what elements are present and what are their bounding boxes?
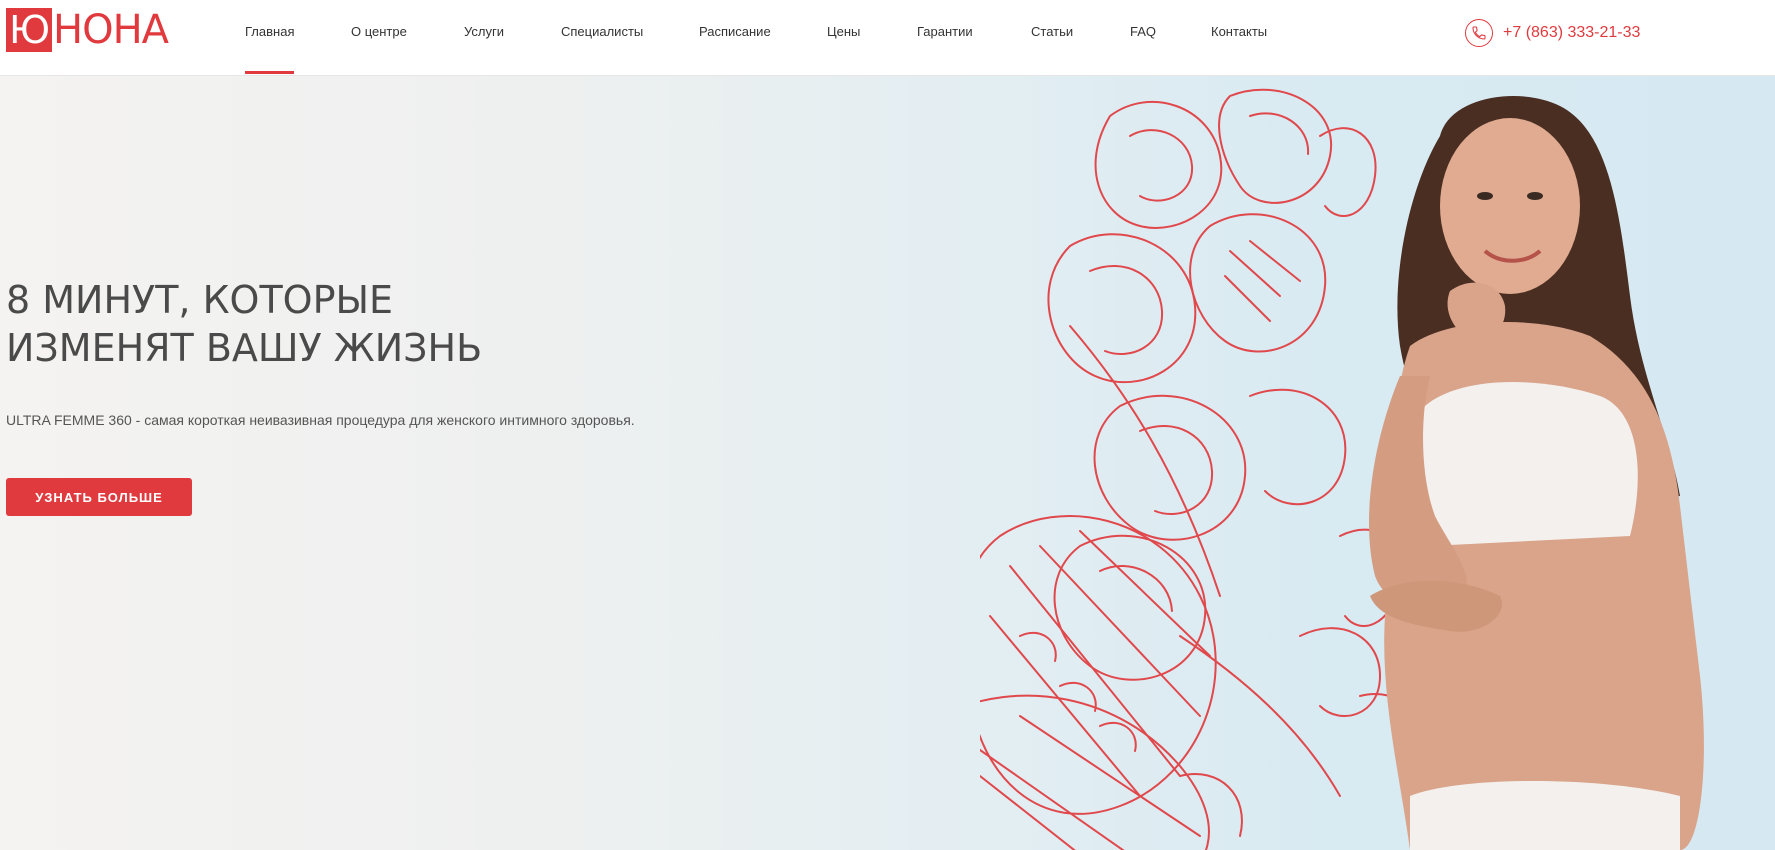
hero-title: 8 МИНУТ, КОТОРЫЕ ИЗМЕНЯТ ВАШУ ЖИЗНЬ bbox=[6, 276, 482, 372]
nav-item-about[interactable]: О центре bbox=[351, 0, 407, 75]
floral-line-art bbox=[980, 88, 1423, 850]
nav-item-specialists[interactable]: Специалисты bbox=[561, 0, 643, 75]
nav-item-contacts[interactable]: Контакты bbox=[1211, 0, 1267, 75]
logo-mark: Ю bbox=[6, 8, 52, 52]
nav-item-services[interactable]: Услуги bbox=[464, 0, 504, 75]
hero-title-line-2: ИЗМЕНЯТ ВАШУ ЖИЗНЬ bbox=[6, 326, 483, 370]
nav-item-prices[interactable]: Цены bbox=[827, 0, 860, 75]
hero-subtitle: ULTRA FEMME 360 - самая короткая неивази… bbox=[6, 412, 635, 428]
phone-block[interactable]: +7 (863) 333-21-33 bbox=[1465, 17, 1640, 49]
nav-item-home[interactable]: Главная bbox=[245, 0, 295, 75]
hero-illustration bbox=[980, 88, 1704, 850]
model-figure bbox=[1369, 96, 1704, 850]
logo-text: НОНА bbox=[53, 7, 169, 53]
learn-more-button[interactable]: УЗНАТЬ БОЛЬШЕ bbox=[6, 478, 192, 516]
phone-number[interactable]: +7 (863) 333-21-33 bbox=[1503, 24, 1640, 42]
nav-item-guarantees[interactable]: Гарантии bbox=[917, 0, 973, 75]
hero-section: 8 МИНУТ, КОТОРЫЕ ИЗМЕНЯТ ВАШУ ЖИЗНЬ ULTR… bbox=[0, 76, 1775, 850]
phone-icon bbox=[1465, 19, 1493, 47]
nav-item-articles[interactable]: Статьи bbox=[1031, 0, 1073, 75]
nav-item-faq[interactable]: FAQ bbox=[1130, 0, 1156, 75]
site-header: Ю НОНА Главная О центре Услуги Специалис… bbox=[0, 0, 1775, 76]
logo[interactable]: Ю НОНА bbox=[6, 7, 169, 53]
hero-title-line-1: 8 МИНУТ, КОТОРЫЕ bbox=[6, 278, 394, 322]
nav-item-schedule[interactable]: Расписание bbox=[699, 0, 771, 75]
